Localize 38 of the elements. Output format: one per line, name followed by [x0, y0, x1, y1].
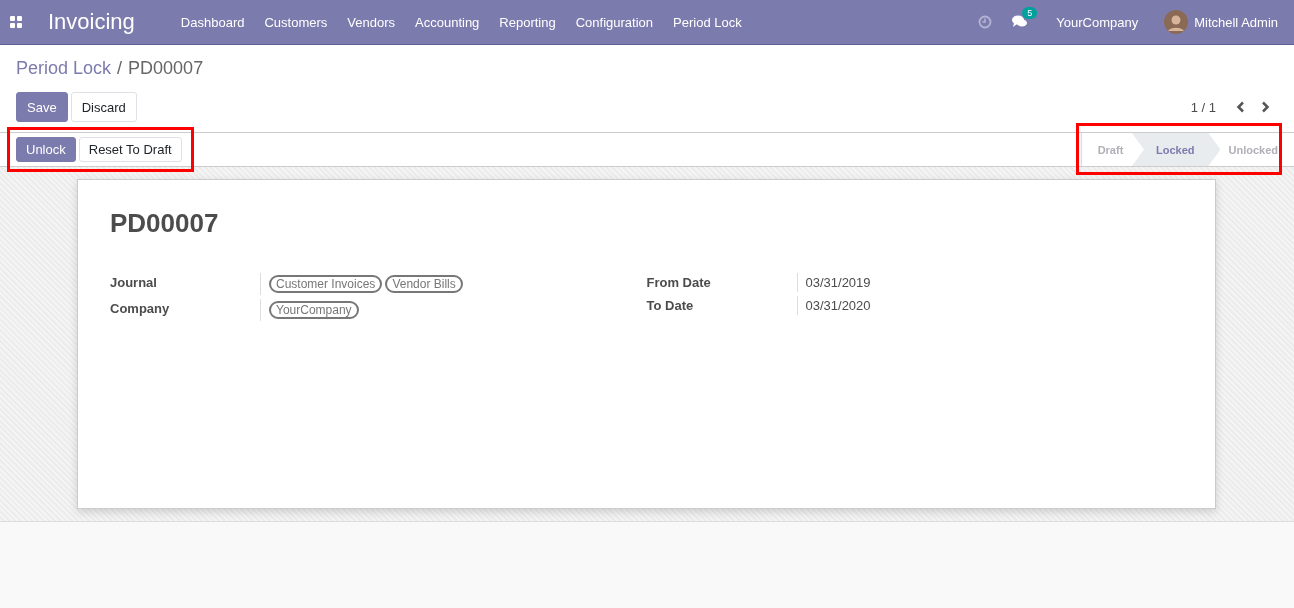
app-title: Invoicing [48, 9, 135, 35]
user-avatar-icon[interactable] [1164, 10, 1189, 34]
company-switcher[interactable]: YourCompany [1056, 14, 1139, 30]
chat-icon[interactable] [1012, 15, 1029, 29]
discard-button[interactable]: Discard [70, 92, 137, 122]
breadcrumb-separator: / [117, 57, 123, 79]
next-icon[interactable] [1260, 101, 1270, 113]
menu-item[interactable]: Configuration [575, 14, 654, 30]
apps-grid-icon[interactable] [10, 16, 22, 28]
header-action-button[interactable]: Unlock [16, 137, 76, 162]
save-button[interactable]: Save [16, 92, 68, 122]
user-menu[interactable]: Mitchell Admin [1194, 14, 1278, 30]
header-action-button[interactable]: Reset To Draft [78, 137, 182, 162]
status-stage[interactable]: Draft [1081, 133, 1132, 166]
tag[interactable]: YourCompany [269, 301, 359, 319]
tag[interactable]: Vendor Bills [385, 275, 463, 293]
breadcrumb-current: PD00007 [128, 57, 204, 79]
status-stage[interactable]: Unlocked [1220, 133, 1278, 166]
field-value: 03/31/2020 [805, 298, 871, 313]
menu-item[interactable]: Customers [264, 14, 328, 30]
field-label: To Date [646, 297, 695, 315]
previous-icon[interactable] [1236, 101, 1246, 113]
menu-item[interactable]: Accounting [415, 14, 480, 30]
field-value: 03/31/2019 [805, 275, 871, 290]
breadcrumb-link[interactable]: Period Lock [16, 57, 112, 79]
field-label: Journal [110, 274, 158, 292]
menu-item[interactable]: Reporting [499, 14, 556, 30]
record-title: PD00007 [110, 208, 220, 239]
menu-item[interactable]: Vendors [347, 14, 395, 30]
menu-item[interactable]: Dashboard [180, 14, 245, 30]
message-count-badge: 5 [1022, 7, 1038, 19]
pager-counter: 1 / 1 [1190, 99, 1216, 115]
field-label: From Date [646, 274, 712, 292]
field-label: Company [110, 300, 171, 318]
clock-icon[interactable] [978, 15, 993, 29]
status-stage[interactable]: Locked [1131, 133, 1221, 166]
menu-item[interactable]: Period Lock [673, 14, 742, 30]
tag[interactable]: Customer Invoices [269, 275, 383, 293]
